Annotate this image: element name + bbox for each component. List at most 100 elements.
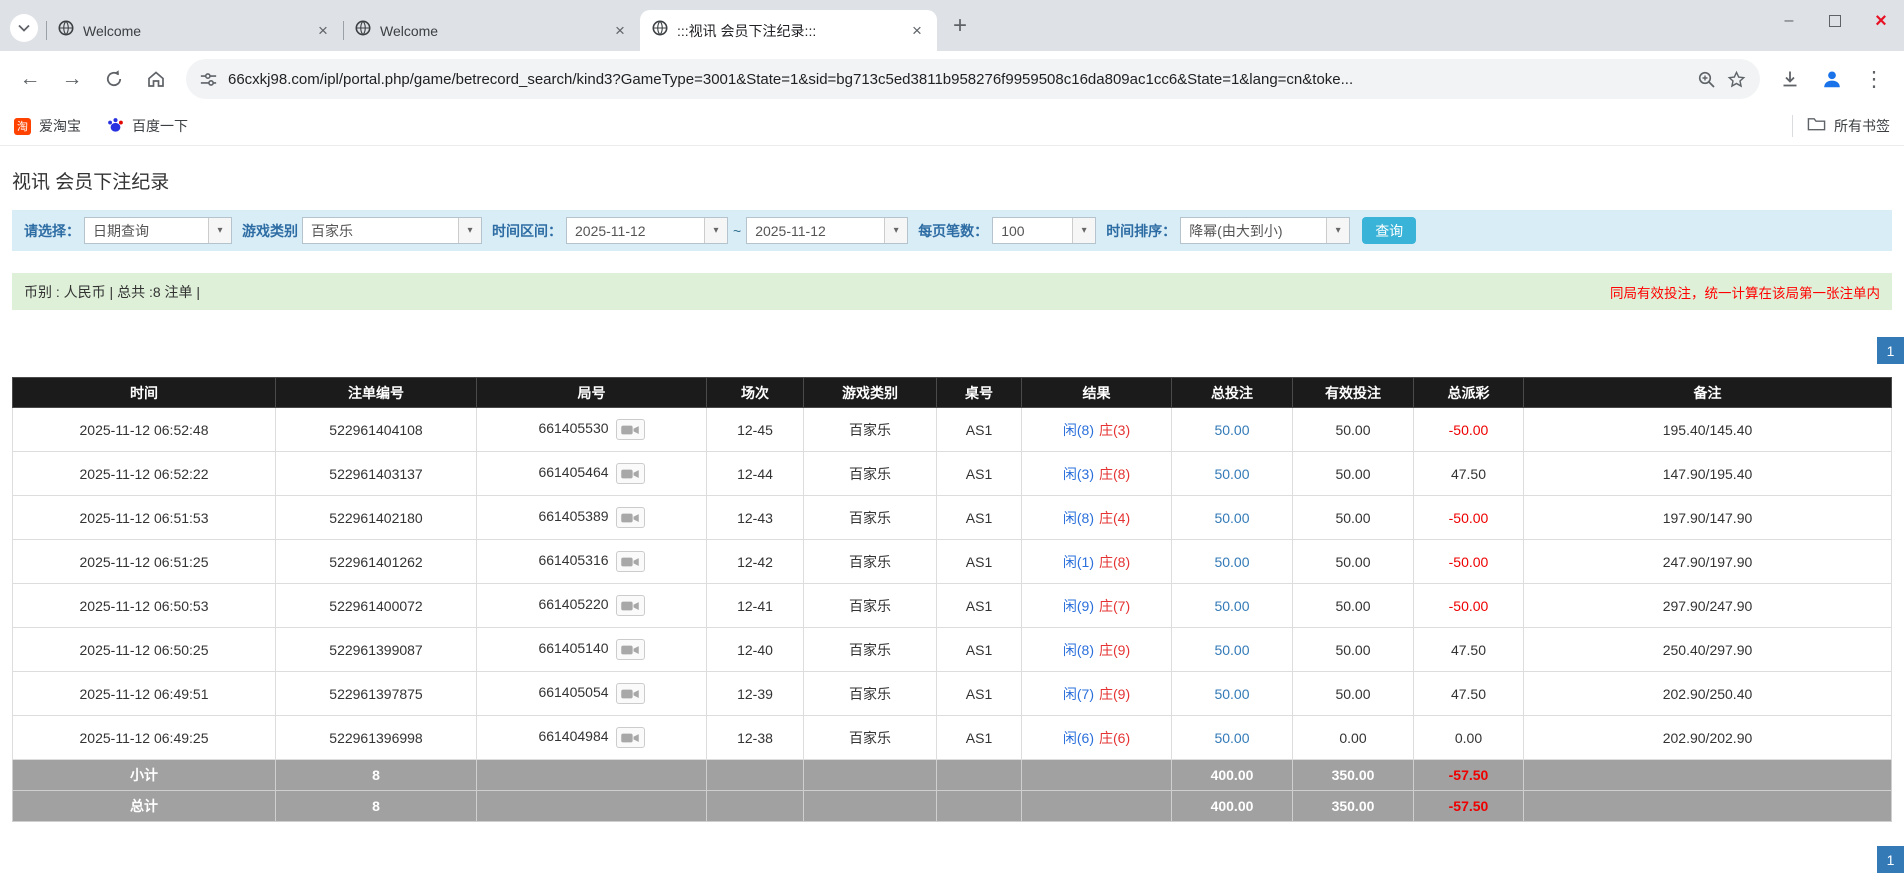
date-from-value[interactable]: 2025-11-12	[567, 218, 704, 243]
bookmark-label: 爱淘宝	[39, 118, 81, 134]
total-bet-link[interactable]: 50.00	[1214, 598, 1249, 614]
cell-payout: -50.00	[1413, 407, 1524, 452]
page-size-combo[interactable]: 100 ▾	[992, 217, 1097, 244]
cell-game: 百家乐	[803, 583, 937, 628]
total-bet-link[interactable]: 50.00	[1214, 686, 1249, 702]
result-banker: 庄(8)	[1099, 465, 1131, 482]
cell-bet-id: 522961404108	[275, 407, 477, 452]
back-button[interactable]: ←	[10, 59, 50, 99]
total-valid-bet: 350.00	[1292, 790, 1414, 822]
game-type-value[interactable]: 百家乐	[303, 218, 458, 243]
total-bet-link[interactable]: 50.00	[1214, 422, 1249, 438]
game-type-combo[interactable]: 百家乐 ▾	[302, 217, 482, 244]
total-row: 总计 8 400.00 350.00 -57.50	[12, 790, 1892, 822]
round-number: 661405316	[538, 552, 609, 569]
tab-welcome-2[interactable]: Welcome ×	[343, 10, 640, 51]
cell-payout: -50.00	[1413, 539, 1524, 584]
minimize-button[interactable]: –	[1766, 0, 1812, 42]
tab-welcome-1[interactable]: Welcome ×	[46, 10, 343, 51]
new-tab-button[interactable]: +	[943, 9, 977, 43]
cell-note: 247.90/197.90	[1523, 539, 1892, 584]
cell-time: 2025-11-12 06:50:25	[12, 627, 276, 672]
cell-time: 2025-11-12 06:51:25	[12, 539, 276, 584]
cell-round: 661405140	[476, 627, 707, 672]
cell-bet-id: 522961401262	[275, 539, 477, 584]
cell-table: AS1	[936, 627, 1022, 672]
tab-close-icon[interactable]: ×	[313, 21, 333, 41]
cell-session: 12-41	[706, 583, 804, 628]
cell-game: 百家乐	[803, 715, 937, 760]
cell-round: 661405054	[476, 671, 707, 716]
cell-payout: 47.50	[1413, 627, 1524, 672]
total-bet-link[interactable]: 50.00	[1214, 642, 1249, 658]
select-mode-value[interactable]: 日期查询	[85, 218, 208, 243]
sort-value[interactable]: 降幂(由大到小)	[1181, 218, 1326, 243]
select-mode-label: 请选择：	[24, 222, 80, 239]
video-icon[interactable]	[615, 639, 645, 660]
download-button[interactable]	[1770, 59, 1810, 99]
tab-close-icon[interactable]: ×	[907, 21, 927, 41]
page-number-button[interactable]: 1	[1877, 337, 1904, 364]
chevron-down-icon[interactable]: ▾	[458, 218, 481, 243]
sort-combo[interactable]: 降幂(由大到小) ▾	[1180, 217, 1351, 244]
bookmark-star-icon[interactable]	[1727, 70, 1746, 89]
total-bet-link[interactable]: 50.00	[1214, 510, 1249, 526]
forward-button[interactable]: →	[52, 59, 92, 99]
chevron-down-icon[interactable]: ▾	[1326, 218, 1350, 243]
subtotal-count: 8	[275, 759, 477, 791]
cell-result: 闲(8) 庄(4)	[1021, 495, 1172, 540]
cell-table: AS1	[936, 539, 1022, 584]
video-icon[interactable]	[615, 419, 645, 440]
cell-round: 661405464	[476, 451, 707, 496]
select-mode-combo[interactable]: 日期查询 ▾	[84, 217, 232, 244]
chevron-down-icon[interactable]: ▾	[704, 218, 727, 243]
site-settings-icon[interactable]	[200, 71, 217, 88]
video-icon[interactable]	[615, 683, 645, 704]
maximize-button[interactable]	[1812, 0, 1858, 42]
date-to-value[interactable]: 2025-11-12	[747, 218, 884, 243]
chevron-down-icon[interactable]: ▾	[208, 218, 231, 243]
result-player: 闲(3)	[1062, 465, 1094, 482]
tab-betrecord[interactable]: :::视讯 会员下注纪录::: ×	[640, 10, 937, 51]
chevron-down-icon[interactable]: ▾	[884, 218, 908, 243]
total-bet-link[interactable]: 50.00	[1214, 554, 1249, 570]
subtotal-valid-bet: 350.00	[1292, 759, 1414, 791]
table-row: 2025-11-12 06:51:53 522961402180 6614053…	[12, 495, 1892, 540]
search-button[interactable]: 查询	[1362, 217, 1417, 244]
profile-button[interactable]	[1812, 59, 1852, 99]
table-row: 2025-11-12 06:50:25 522961399087 6614051…	[12, 627, 1892, 672]
cell-valid-bet: 50.00	[1292, 451, 1414, 496]
video-icon[interactable]	[615, 595, 645, 616]
tab-close-icon[interactable]: ×	[610, 21, 630, 41]
video-icon[interactable]	[615, 727, 645, 748]
home-button[interactable]	[136, 59, 176, 99]
browser-toolbar: ← → 66cxkj98.com/ipl/portal.php/game/bet…	[0, 51, 1904, 107]
video-icon[interactable]	[615, 507, 645, 528]
date-to-combo[interactable]: 2025-11-12 ▾	[746, 217, 909, 244]
total-bet-link[interactable]: 50.00	[1214, 466, 1249, 482]
col-round: 局号	[476, 377, 707, 408]
tab-search-button[interactable]	[10, 14, 38, 42]
video-icon[interactable]	[615, 551, 645, 572]
menu-button[interactable]: ⋮	[1854, 59, 1894, 99]
cell-session: 12-38	[706, 715, 804, 760]
bookmark-aitaobao[interactable]: 淘 爱淘宝	[14, 116, 81, 136]
chevron-down-icon[interactable]: ▾	[1072, 218, 1096, 243]
bookmark-baidu[interactable]: 百度一下	[107, 116, 188, 136]
page-number-button[interactable]: 1	[1877, 846, 1904, 873]
cell-result: 闲(8) 庄(9)	[1021, 627, 1172, 672]
zoom-icon[interactable]	[1697, 70, 1716, 89]
cell-time: 2025-11-12 06:52:48	[12, 407, 276, 452]
all-bookmarks-button[interactable]: 所有书签	[1792, 115, 1890, 137]
date-from-combo[interactable]: 2025-11-12 ▾	[566, 217, 728, 244]
url-bar[interactable]: 66cxkj98.com/ipl/portal.php/game/betreco…	[186, 59, 1760, 99]
game-type-label: 游戏类别	[242, 222, 298, 239]
reload-button[interactable]	[94, 59, 134, 99]
video-icon[interactable]	[615, 463, 645, 484]
cell-round: 661405389	[476, 495, 707, 540]
page-title: 视讯 会员下注纪录	[12, 172, 170, 193]
total-bet-link[interactable]: 50.00	[1214, 730, 1249, 746]
close-window-button[interactable]: ×	[1858, 0, 1904, 42]
home-icon	[148, 71, 164, 87]
page-size-value[interactable]: 100	[993, 218, 1072, 243]
